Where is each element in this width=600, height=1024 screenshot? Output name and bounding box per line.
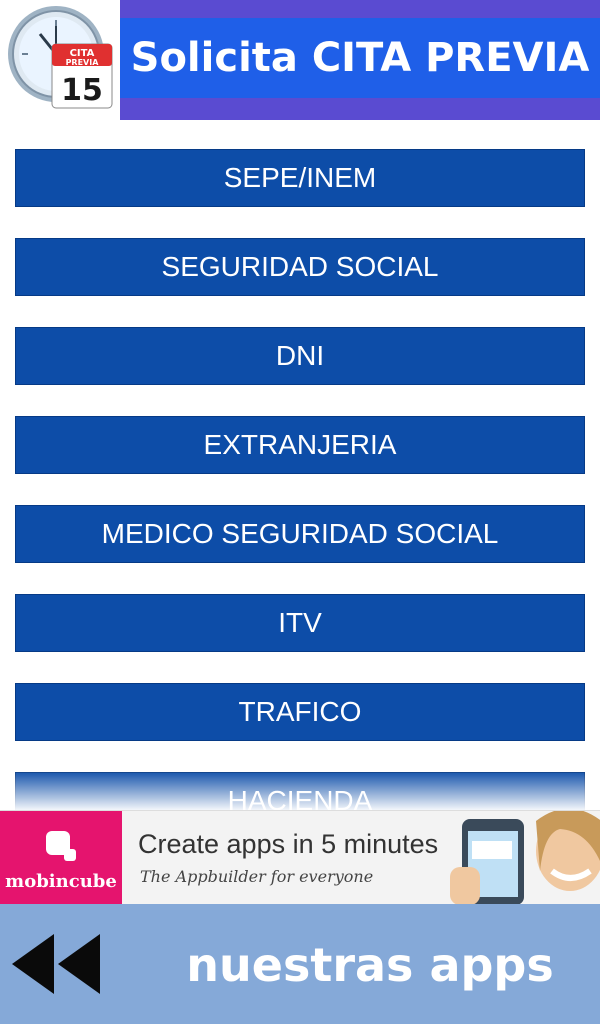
bottom-bar: nuestras apps	[0, 904, 600, 1024]
ad-subtitle: The Appbuilder for everyone	[140, 867, 374, 886]
mobincube-logo-icon	[46, 831, 76, 861]
menu-button-hacienda[interactable]: HACIENDA	[15, 772, 585, 810]
logo-label-mid: PREVIA	[66, 58, 100, 67]
our-apps-label: nuestras apps	[186, 938, 554, 992]
menu-button-extranjeria[interactable]: EXTRANJERIA	[15, 416, 585, 474]
app-header: CITA PREVIA 15 Solicita CITA PREVIA	[0, 0, 600, 120]
menu-button-dni[interactable]: DNI	[15, 327, 585, 385]
menu-button-itv[interactable]: ITV	[15, 594, 585, 652]
ad-banner[interactable]: mobincube Create apps in 5 minutes The A…	[0, 810, 600, 905]
app-title: Solicita CITA PREVIA	[130, 35, 590, 81]
logo-day: 15	[61, 73, 103, 108]
calendar-clock-logo: CITA PREVIA 15	[0, 0, 120, 120]
menu-list[interactable]: SEPE/INEM SEGURIDAD SOCIAL DNI EXTRANJER…	[0, 120, 600, 810]
ad-brand-block[interactable]: mobincube	[0, 811, 122, 905]
title-bar: Solicita CITA PREVIA	[120, 0, 600, 120]
ad-phone-person-graphic	[440, 811, 600, 905]
our-apps-button[interactable]: nuestras apps	[160, 930, 580, 1000]
menu-button-trafico[interactable]: TRAFICO	[15, 683, 585, 741]
menu-button-sepe-inem[interactable]: SEPE/INEM	[15, 149, 585, 207]
menu-button-seguridad-social[interactable]: SEGURIDAD SOCIAL	[15, 238, 585, 296]
rewind-icon	[12, 934, 100, 994]
menu-button-medico-seguridad-social[interactable]: MEDICO SEGURIDAD SOCIAL	[15, 505, 585, 563]
title-banner: Solicita CITA PREVIA	[120, 18, 600, 98]
back-button[interactable]	[10, 932, 110, 996]
ad-headline: Create apps in 5 minutes	[138, 829, 439, 859]
ad-brand-name: mobincube	[5, 871, 117, 892]
